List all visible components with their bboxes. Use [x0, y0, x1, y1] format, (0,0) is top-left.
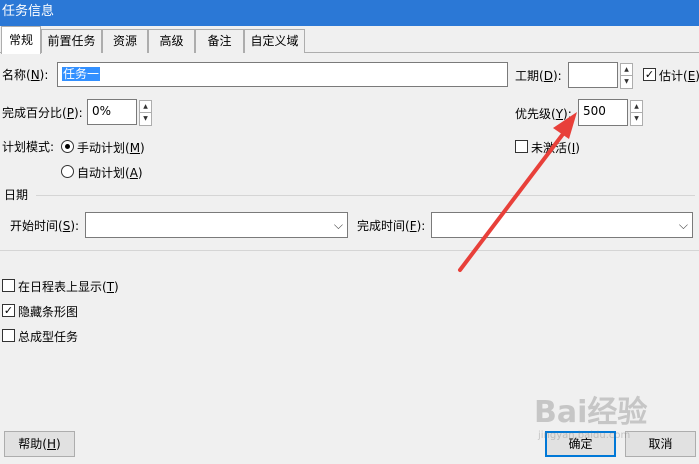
show-on-timeline-label: 在日程表上显示(T)	[18, 280, 119, 294]
help-button[interactable]: 帮助(H)	[4, 431, 75, 457]
dates-divider	[36, 195, 695, 196]
tab-label: 资源	[112, 34, 137, 48]
spin-up-icon[interactable]: ▲	[631, 101, 642, 113]
name-value: 任务一	[62, 67, 101, 81]
spin-up-icon[interactable]: ▲	[621, 64, 632, 76]
tab-label: 前置任务	[47, 34, 96, 48]
baidu-watermark: Bai经验 jingyan.baidu.com	[534, 396, 694, 456]
dates-header: 日期	[4, 188, 29, 202]
tab-label: 高级	[159, 34, 184, 48]
tab-predecessors[interactable]: 前置任务	[41, 29, 102, 53]
estimated-checkbox[interactable]: ✓	[643, 68, 656, 81]
percent-complete-value: 0%	[92, 104, 112, 118]
spin-up-icon[interactable]: ▲	[140, 101, 151, 113]
tab-label: 自定义域	[250, 34, 299, 48]
start-date-label: 开始时间(S):	[10, 219, 80, 233]
schedule-mode-label: 计划模式:	[2, 140, 55, 154]
summary-task-label: 总成型任务	[18, 330, 79, 344]
inactive-checkbox[interactable]	[515, 140, 528, 153]
spin-down-icon[interactable]: ▼	[631, 113, 642, 125]
tab-label: 备注	[207, 34, 232, 48]
chevron-down-icon[interactable]: ⌵	[679, 217, 688, 233]
priority-spinner[interactable]: ▲ ▼	[630, 100, 643, 126]
chevron-down-icon[interactable]: ⌵	[334, 217, 343, 233]
start-date-combo[interactable]: ⌵	[85, 212, 348, 238]
section-divider	[0, 250, 699, 251]
duration-label: 工期(D):	[515, 69, 562, 83]
tab-strip: 常规 前置任务 资源 高级 备注 自定义域	[0, 26, 699, 54]
show-on-timeline-checkbox[interactable]	[2, 279, 15, 292]
priority-label: 优先级(Y):	[515, 107, 572, 121]
percent-complete-input[interactable]: 0%	[87, 99, 137, 125]
hide-bar-checkbox[interactable]: ✓	[2, 304, 15, 317]
tab-general[interactable]: 常规	[1, 26, 41, 54]
tab-custom-fields[interactable]: 自定义域	[244, 29, 305, 53]
tab-resources[interactable]: 资源	[102, 29, 148, 53]
tab-label: 常规	[8, 33, 33, 47]
checkmark-icon: ✓	[3, 304, 14, 317]
watermark-text: Bai经验	[534, 395, 648, 430]
tab-advanced[interactable]: 高级	[148, 29, 195, 53]
finish-date-label: 完成时间(F):	[357, 219, 426, 233]
summary-task-checkbox[interactable]	[2, 329, 15, 342]
name-label: 名称(N):	[2, 68, 49, 82]
manual-schedule-radio[interactable]	[61, 140, 74, 153]
auto-schedule-radio[interactable]	[61, 165, 74, 178]
tab-notes[interactable]: 备注	[195, 29, 244, 53]
priority-input[interactable]: 500	[578, 99, 628, 126]
percent-complete-spinner[interactable]: ▲ ▼	[139, 100, 152, 126]
estimated-label: 估计(E)	[659, 69, 699, 83]
manual-schedule-label: 手动计划(M)	[77, 141, 145, 155]
spin-down-icon[interactable]: ▼	[621, 76, 632, 88]
priority-value: 500	[583, 104, 606, 118]
duration-spinner[interactable]: ▲ ▼	[620, 63, 633, 89]
watermark-subtext: jingyan.baidu.com	[538, 430, 631, 441]
duration-input[interactable]	[568, 62, 618, 88]
title-bar: 任务信息	[0, 0, 699, 26]
finish-date-combo[interactable]: ⌵	[431, 212, 693, 238]
spin-down-icon[interactable]: ▼	[140, 113, 151, 125]
name-input[interactable]: 任务一	[57, 62, 508, 87]
checkmark-icon: ✓	[644, 68, 655, 81]
hide-bar-label: 隐藏条形图	[18, 305, 79, 319]
inactive-label: 未激活(I)	[531, 141, 580, 155]
auto-schedule-label: 自动计划(A)	[77, 166, 143, 180]
window-title: 任务信息	[2, 4, 55, 19]
percent-complete-label: 完成百分比(P):	[2, 106, 83, 120]
